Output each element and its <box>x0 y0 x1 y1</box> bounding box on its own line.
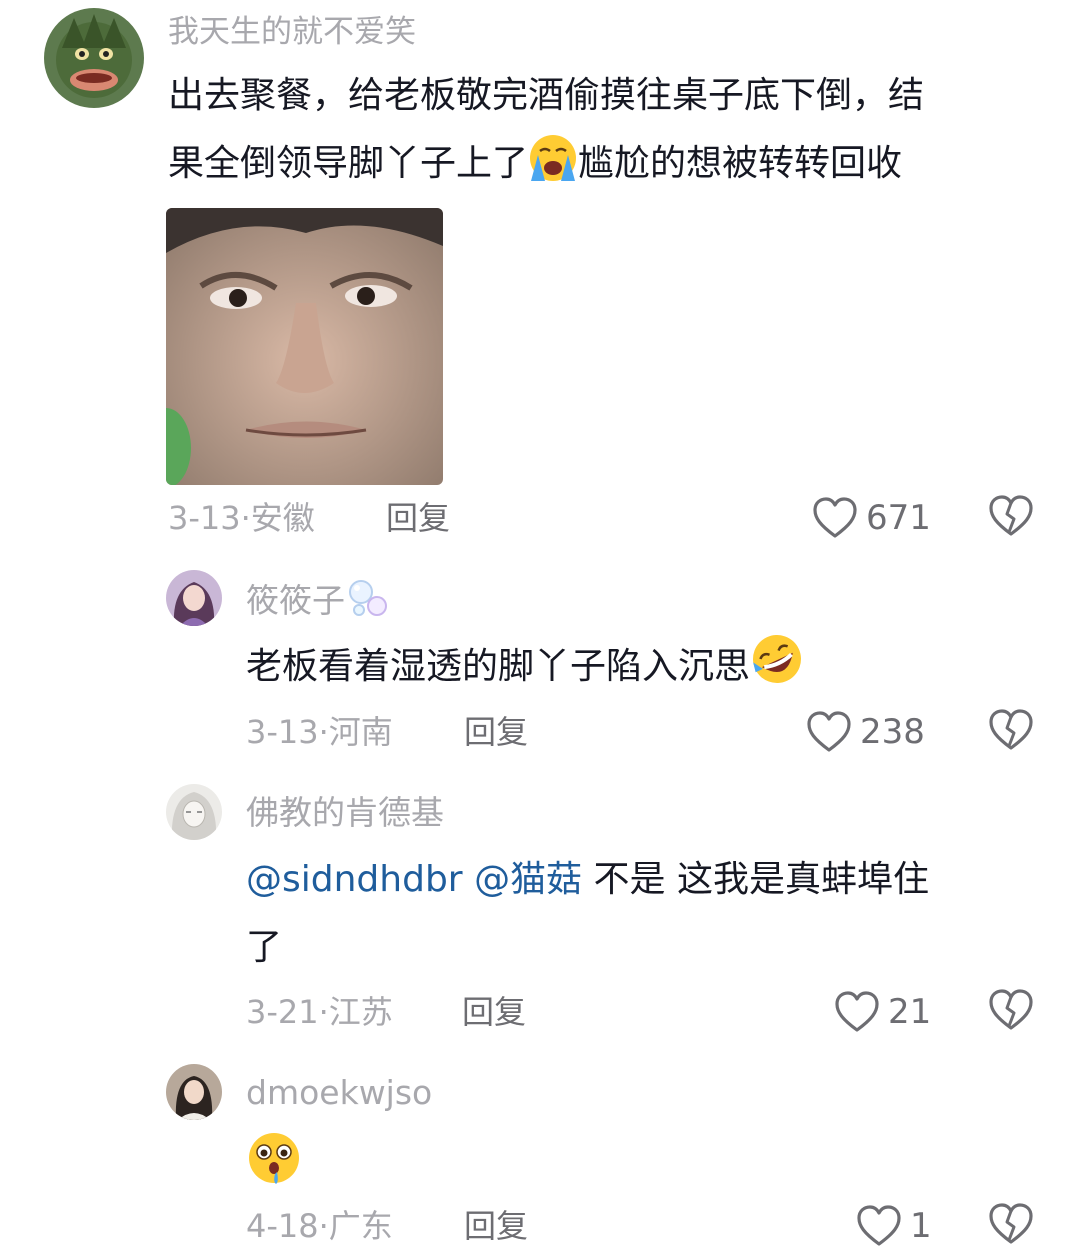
like-button[interactable]: 1 <box>856 1202 932 1250</box>
like-count: 671 <box>866 498 931 538</box>
comment-text-line: @sidndhdbr @猫菇 不是 这我是真蚌埠住 <box>246 846 1046 914</box>
loudly-crying-face-icon <box>528 133 578 206</box>
comment-meta: 4-18·广东 <box>246 1204 393 1248</box>
drooling-face-icon <box>246 1130 302 1186</box>
like-count: 21 <box>888 992 932 1032</box>
username[interactable]: 筱筱子 <box>246 576 391 634</box>
comment-text: 老板看着湿透的脚丫子陷入沉思 <box>246 632 804 709</box>
meta-separator: · <box>318 713 329 751</box>
comment-date: 3-13 <box>168 499 241 537</box>
heart-icon <box>812 496 858 540</box>
broken-heart-icon <box>989 989 1033 1030</box>
comment-meta: 3-21·江苏 <box>246 990 393 1034</box>
heart-icon <box>834 990 880 1034</box>
bubbles-icon <box>345 576 391 634</box>
meta-separator: · <box>318 1207 329 1245</box>
comment-text: 出去聚餐，给老板敬完酒偷摸往桌子底下倒，结 果全倒领导脚丫子上了 尴尬的想被转转… <box>168 62 1048 206</box>
dislike-button[interactable] <box>988 1202 1034 1250</box>
dislike-button[interactable] <box>988 708 1034 756</box>
comment-text-line: 了 <box>246 927 283 968</box>
comment-location: 广东 <box>328 1207 393 1245</box>
like-count: 238 <box>860 712 925 752</box>
broken-heart-icon <box>989 709 1033 750</box>
dislike-button[interactable] <box>988 494 1034 542</box>
comment-image[interactable] <box>166 208 443 485</box>
comment-location: 江苏 <box>328 993 393 1031</box>
reply-button[interactable]: 回复 <box>464 1204 528 1248</box>
avatar[interactable] <box>166 1064 222 1120</box>
avatar[interactable] <box>166 570 222 626</box>
avatar[interactable] <box>166 784 222 840</box>
comment-text-segment: 不是 这我是真蚌埠住 <box>593 859 929 900</box>
comment-meta: 3-13·河南 <box>246 710 393 754</box>
username[interactable]: dmoekwjso <box>246 1070 432 1116</box>
like-button[interactable]: 671 <box>812 494 931 542</box>
like-count: 1 <box>910 1206 932 1246</box>
comment-text-segment: 果全倒领导脚丫子上了 <box>168 143 529 184</box>
avatar[interactable] <box>44 8 144 108</box>
comment-text-line: 出去聚餐，给老板敬完酒偷摸往桌子底下倒，结 <box>168 75 925 116</box>
mention-link[interactable]: @sidndhdbr <box>246 859 463 900</box>
reply-button[interactable]: 回复 <box>462 990 526 1034</box>
heart-icon <box>806 710 852 754</box>
dislike-button[interactable] <box>988 988 1034 1036</box>
reply-button[interactable]: 回复 <box>464 710 528 754</box>
comment-location: 河南 <box>328 713 393 751</box>
comment-meta: 3-13·安徽 <box>168 496 315 540</box>
comment-text-line: 果全倒领导脚丫子上了 尴尬的想被转转回收 <box>168 130 1048 206</box>
meta-separator: · <box>318 993 329 1031</box>
mention-link[interactable]: @猫菇 <box>474 859 582 900</box>
comment-text: @sidndhdbr @猫菇 不是 这我是真蚌埠住 了 <box>246 846 1046 982</box>
comment-date: 3-21 <box>246 993 319 1031</box>
rolling-on-floor-laughing-icon <box>750 632 804 709</box>
like-button[interactable]: 238 <box>806 708 925 756</box>
broken-heart-icon <box>989 1203 1033 1244</box>
comment-text-segment: 老板看着湿透的脚丫子陷入沉思 <box>246 646 751 687</box>
meta-separator: · <box>240 499 251 537</box>
broken-heart-icon <box>989 495 1033 536</box>
heart-icon <box>856 1204 902 1248</box>
username-text: 筱筱子 <box>246 581 345 620</box>
comment-date: 3-13 <box>246 713 319 751</box>
reply-button[interactable]: 回复 <box>386 496 450 540</box>
comment-location: 安徽 <box>250 499 315 537</box>
comment-date: 4-18 <box>246 1207 319 1245</box>
username[interactable]: 我天生的就不爱笑 <box>168 10 416 54</box>
like-button[interactable]: 21 <box>834 988 931 1036</box>
username[interactable]: 佛教的肯德基 <box>246 790 444 836</box>
comment-text-segment: 尴尬的想被转转回收 <box>578 143 903 184</box>
